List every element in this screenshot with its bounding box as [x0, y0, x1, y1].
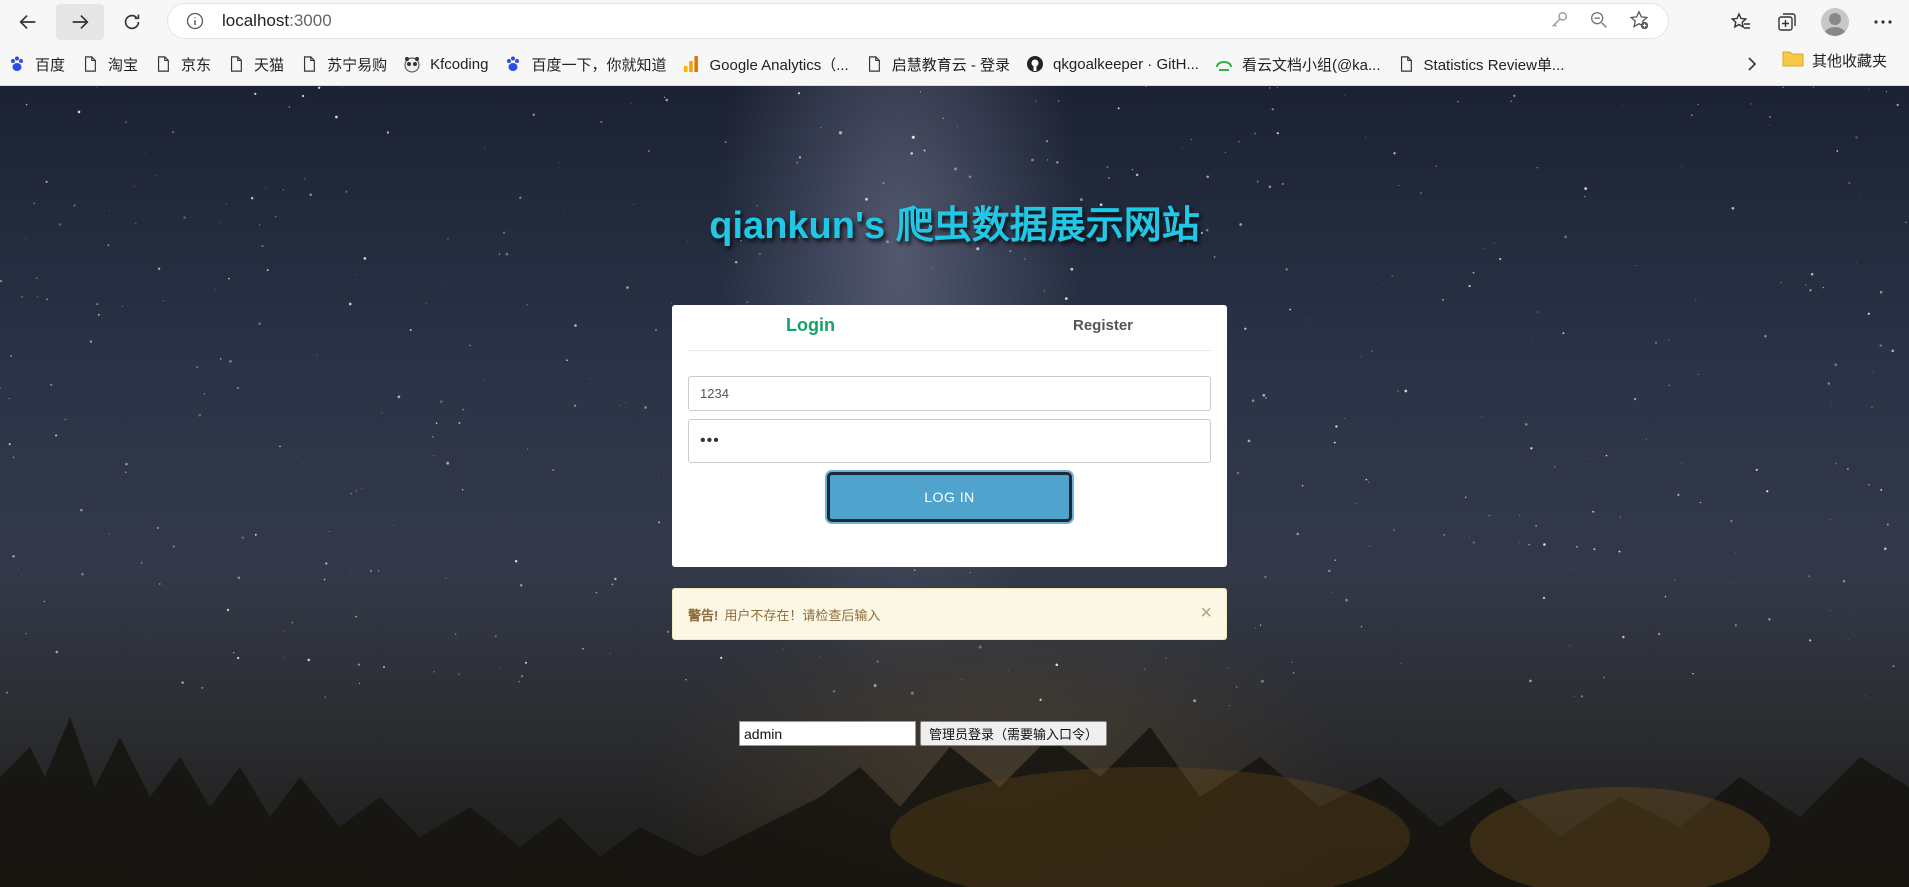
tab-login[interactable]: Login: [786, 315, 835, 336]
info-icon[interactable]: [184, 10, 206, 32]
bookmark-label: Google Analytics（...: [709, 56, 849, 74]
bookmark-item[interactable]: 百度一下，你就知道: [496, 49, 674, 79]
baidu-paw-icon: [504, 55, 522, 73]
bookmark-item[interactable]: 天猫: [219, 49, 292, 79]
more-menu-icon[interactable]: [1871, 10, 1895, 34]
refresh-icon: [124, 14, 140, 29]
other-bookmarks-folder[interactable]: 其他收藏夹: [1782, 49, 1887, 71]
bookmark-label: 百度一下，你就知道: [531, 56, 667, 74]
admin-password-input[interactable]: admin: [739, 721, 916, 746]
bookmark-item[interactable]: 看云文档小组(@ka...: [1207, 49, 1389, 79]
page-icon: [227, 55, 245, 73]
page-icon: [81, 55, 99, 73]
page-icon: [154, 55, 172, 73]
admin-login-row: admin 管理员登录（需要输入口令）: [739, 721, 1108, 746]
site-title: qiankun's 爬虫数据展示网站: [709, 205, 1200, 247]
alert-message: 用户不存在！请检查后输入: [724, 607, 881, 623]
bookmarks-bar: 百度 淘宝 京东 天猫 苏宁易购 Kfcoding 百度一下，你就知道 Google Anal…: [0, 43, 1909, 86]
login-button[interactable]: LOG IN: [827, 472, 1072, 522]
collections-icon[interactable]: [1775, 10, 1799, 34]
auth-tabs: Login Register: [688, 305, 1211, 351]
bookmark-item[interactable]: qkgoalkeeper · GitH...: [1018, 49, 1207, 79]
back-button[interactable]: [4, 4, 52, 40]
url-text: localhost:3000: [222, 11, 332, 30]
bookmark-label: qkgoalkeeper · GitH...: [1053, 55, 1199, 73]
kancloud-icon: [1215, 55, 1233, 73]
password-input[interactable]: •••: [688, 419, 1211, 463]
page-icon: [865, 55, 883, 73]
page-background: qiankun's 爬虫数据展示网站 Login Register 1234 •…: [0, 86, 1909, 887]
forest-silhouette: [0, 717, 1909, 887]
bookmark-item[interactable]: 启慧教育云 - 登录: [857, 49, 1018, 79]
username-input[interactable]: 1234: [688, 376, 1211, 411]
bookmark-item[interactable]: 苏宁易购: [292, 49, 395, 79]
profile-avatar[interactable]: [1821, 8, 1849, 36]
zoom-out-icon[interactable]: [1588, 9, 1610, 31]
chevron-right-icon[interactable]: [1742, 51, 1762, 77]
folder-icon: [1782, 49, 1804, 71]
bookmark-label: 看云文档小组(@ka...: [1241, 56, 1381, 74]
favorites-icon[interactable]: [1729, 10, 1753, 34]
tab-register[interactable]: Register: [1073, 317, 1133, 334]
bookmark-label: 苏宁易购: [327, 56, 388, 74]
favorite-add-icon[interactable]: [1628, 9, 1650, 31]
bookmark-label: 百度: [35, 56, 66, 74]
bookmark-label: 京东: [181, 56, 212, 74]
bookmark-label: 启慧教育云 - 登录: [891, 56, 1011, 74]
bookmark-item[interactable]: Kfcoding: [395, 49, 496, 79]
bookmark-label: Statistics Review单...: [1423, 56, 1565, 74]
bookmark-item[interactable]: 百度: [0, 49, 73, 79]
warning-alert: 警告! 用户不存在！请检查后输入 ×: [672, 588, 1227, 640]
other-bookmarks-label: 其他收藏夹: [1812, 52, 1888, 70]
bookmark-item[interactable]: 淘宝: [73, 49, 146, 79]
bookmark-label: 淘宝: [108, 56, 139, 74]
page-icon: [1397, 55, 1415, 73]
bookmark-label: Kfcoding: [430, 55, 489, 73]
baidu-paw-icon: [8, 55, 26, 73]
refresh-button[interactable]: [108, 4, 156, 40]
github-icon: [1026, 55, 1044, 73]
arrow-right-icon: [72, 14, 89, 29]
address-bar[interactable]: localhost:3000: [168, 4, 1668, 38]
bookmark-item[interactable]: Google Analytics（...: [674, 49, 856, 79]
bookmark-item[interactable]: Statistics Review单...: [1389, 49, 1573, 79]
browser-toolbar: localhost:3000: [0, 0, 1909, 43]
forward-button[interactable]: [56, 3, 104, 40]
login-card: Login Register 1234 ••• LOG IN: [672, 305, 1227, 567]
panda-icon: [403, 55, 421, 73]
key-icon[interactable]: [1548, 9, 1570, 31]
arrow-left-icon: [19, 14, 36, 29]
page-icon: [300, 55, 318, 73]
close-icon[interactable]: ×: [1200, 603, 1212, 623]
bookmark-item[interactable]: 京东: [146, 49, 219, 79]
bookmark-label: 天猫: [254, 56, 285, 74]
alert-label: 警告!: [688, 607, 719, 623]
admin-login-button[interactable]: 管理员登录（需要输入口令）: [920, 721, 1108, 746]
analytics-icon: [682, 55, 700, 73]
